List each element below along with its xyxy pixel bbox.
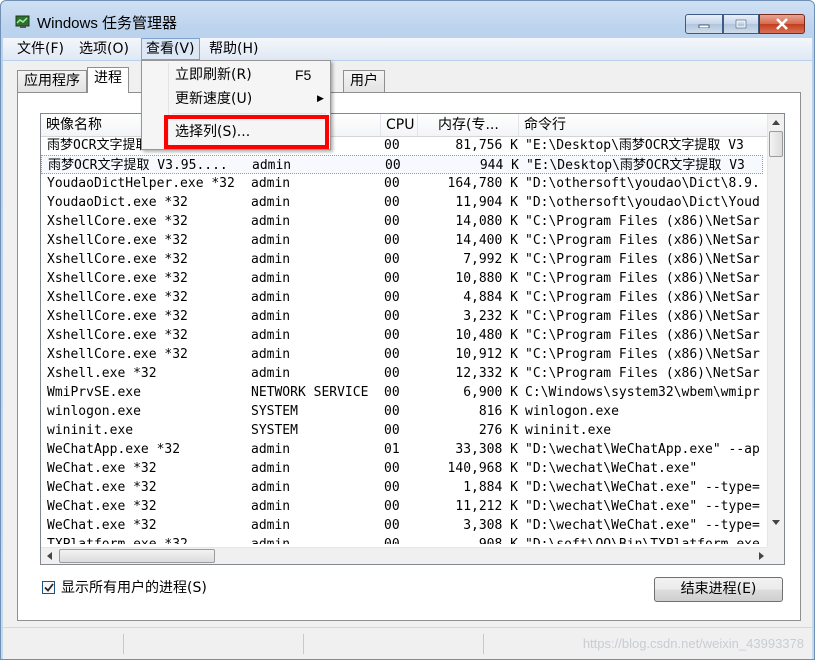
table-row[interactable]: XshellCore.exe *32 admin 00 10,480 K "C:\Pro… (41, 326, 763, 345)
window-title: Windows 任务管理器 (37, 15, 178, 32)
table-row[interactable]: WeChat.exe *32 admin 00 3,308 K "D:\wechat\W… (41, 516, 763, 535)
table-row[interactable]: TXPlatform.exe *32admin00908 K"D:\soft\Q… (41, 535, 763, 544)
show-all-users-checkbox[interactable]: 显示所有用户的进程(S) (42, 577, 207, 597)
task-manager-window: Windows 任务管理器 文件(F) 选项(O) 查看(V) 帮助(H) 应用… (0, 0, 815, 660)
table-row[interactable]: YoudaoDictHelper.exe *32 admin 00 164,780 K… (41, 174, 763, 193)
watermark-text: https://blog.csdn.net/weixin_43993378 (582, 636, 804, 651)
maximize-icon (735, 19, 747, 29)
menu-file[interactable]: 文件(F) (13, 39, 68, 59)
table-row[interactable]: winlogon.exe SYSTEM 00 816 Kwinlogon.exe (41, 402, 763, 421)
table-row-selected[interactable]: 雨梦OCR文字提取 V3.95.... admin 00 944 K "E:\Deskt… (41, 155, 763, 174)
table-row[interactable]: XshellCore.exe *32 admin 00 10,912 K "C:\Pro… (41, 345, 763, 364)
red-highlight-box (164, 115, 329, 149)
minimize-icon (698, 24, 710, 28)
tab-applications[interactable]: 应用程序 (17, 70, 87, 92)
menu-view[interactable]: 查看(V) (141, 38, 200, 60)
tab-processes[interactable]: 进程 (87, 67, 129, 93)
checkmark-icon (43, 582, 54, 592)
table-row[interactable]: WeChat.exe *32 admin 00 1,884 K "D:\wechat\W… (41, 478, 763, 497)
minimize-button[interactable] (685, 14, 723, 34)
menu-item-label: 立即刷新(R) (175, 67, 252, 83)
scrollbar-corner (767, 547, 784, 564)
scroll-left-button[interactable] (41, 548, 57, 564)
table-row[interactable]: XshellCore.exe *32 admin 00 10,880 K "C:\Pro… (41, 269, 763, 288)
process-rows: 雨梦OCR文字提取 00 81,756 K "E:\Desktop\雨梦OCR文字提取… (41, 136, 763, 544)
arrow-right-icon (758, 552, 764, 560)
menu-item-refresh-now[interactable]: 立即刷新(R) F5 (145, 64, 327, 86)
status-separator (483, 634, 484, 654)
table-row[interactable]: XshellCore.exe *32 admin 00 4,884 K "C:\Prog… (41, 288, 763, 307)
table-row[interactable]: wininit.exe SYSTEM 00 276 Kwininit.exe (41, 421, 763, 440)
table-row[interactable]: WeChat.exe *32 admin 00 140,968 K "D:\wechat… (41, 459, 763, 478)
process-list[interactable]: 映像名称 CPU 内存(专... 命令行 雨梦OCR文字提取 00 81,756 K… (40, 113, 785, 565)
status-separator (123, 634, 124, 654)
scroll-down-button[interactable] (768, 514, 784, 530)
table-row[interactable]: WmiPrvSE.exe NETWORK SERVICE 00 6,900 K C:\W… (41, 383, 763, 402)
table-row[interactable]: WeChatApp.exe *32 admin 01 33,308 K "D:\wech… (41, 440, 763, 459)
table-row[interactable]: XshellCore.exe *32 admin 00 7,992 K "C:\Prog… (41, 250, 763, 269)
processes-panel: 映像名称 CPU 内存(专... 命令行 雨梦OCR文字提取 00 81,756 K… (17, 92, 801, 621)
scroll-up-button[interactable] (768, 114, 784, 130)
end-process-button[interactable]: 结束进程(E) (654, 577, 783, 602)
close-icon (776, 18, 788, 30)
table-row[interactable]: XshellCore.exe *32 admin 00 14,080 K "C:\Pro… (41, 212, 763, 231)
menu-options[interactable]: 选项(O) (75, 39, 133, 59)
arrow-left-icon (46, 552, 52, 560)
vertical-scrollbar[interactable] (767, 114, 784, 547)
menu-item-update-speed[interactable]: 更新速度(U) ▶ (145, 88, 327, 110)
menu-separator (172, 113, 326, 114)
status-separator (303, 634, 304, 654)
table-row[interactable]: WeChat.exe *32 admin 00 11,212 K "D:\wechat\… (41, 497, 763, 516)
horizontal-scrollbar[interactable] (41, 547, 769, 564)
menu-item-shortcut: F5 (295, 67, 312, 83)
vertical-scroll-thumb[interactable] (769, 131, 783, 157)
column-memory[interactable]: 内存(专... (418, 114, 519, 136)
menu-bar: 文件(F) 选项(O) 查看(V) 帮助(H) (3, 38, 812, 60)
status-bar: https://blog.csdn.net/weixin_43993378 (3, 627, 812, 658)
tab-users[interactable]: 用户 (343, 70, 385, 92)
checkbox-box[interactable] (42, 580, 55, 594)
arrow-down-icon (772, 519, 780, 525)
table-row[interactable]: XshellCore.exe *32 admin 00 14,400 K "C:\Pro… (41, 231, 763, 250)
menu-help[interactable]: 帮助(H) (205, 39, 262, 59)
submenu-arrow-icon: ▶ (317, 94, 324, 104)
column-command-line[interactable]: 命令行 (519, 114, 769, 136)
show-all-users-label: 显示所有用户的进程(S) (61, 580, 207, 596)
maximize-button[interactable] (723, 14, 759, 34)
menu-item-label: 更新速度(U) (175, 91, 253, 107)
arrow-up-icon (772, 119, 780, 125)
task-manager-icon (15, 15, 30, 28)
client-area: 应用程序 进程 用户 映像名称 CPU 内存(专... 命令行 雨梦OCR文字提… (3, 61, 812, 659)
table-row[interactable]: XshellCore.exe *32 admin 00 3,232 K "C:\Prog… (41, 307, 763, 326)
horizontal-scroll-thumb[interactable] (59, 549, 215, 563)
title-bar[interactable]: Windows 任务管理器 (1, 1, 814, 41)
column-cpu[interactable]: CPU (381, 114, 418, 136)
table-row[interactable]: Xshell.exe *32 admin 00 12,332 K "C:\Program… (41, 364, 763, 383)
table-row[interactable]: YoudaoDict.exe *32 admin 00 11,904 K "D:\oth… (41, 193, 763, 212)
close-button[interactable] (759, 14, 805, 34)
